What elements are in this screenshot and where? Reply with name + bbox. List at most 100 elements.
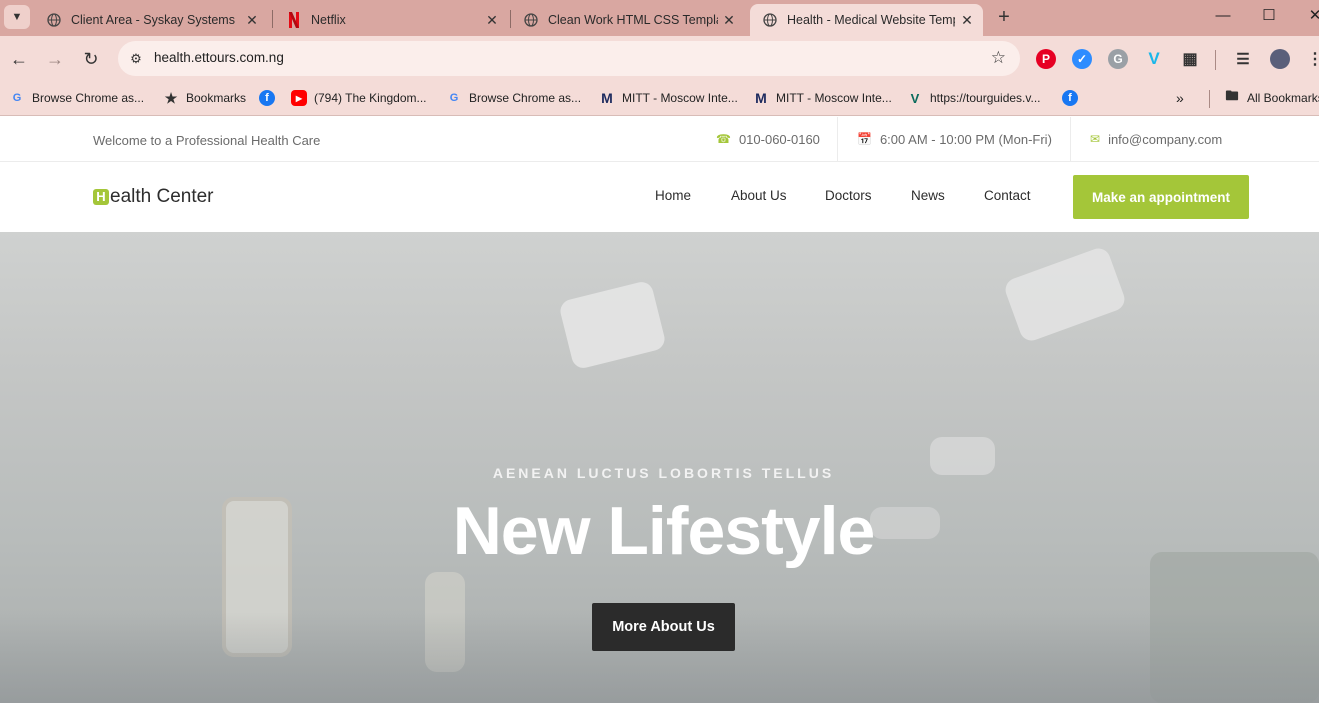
bookmark-label: MITT - Moscow Inte... [776, 91, 892, 105]
site-topbar: Welcome to a Professional Health Care ☎ … [0, 117, 1319, 162]
avatar[interactable] [1270, 49, 1290, 69]
zoom-icon[interactable]: ✓ [1072, 49, 1092, 69]
youtube-icon: ▶ [291, 90, 307, 106]
chevron-down-icon: ▼ [11, 11, 23, 23]
globe-icon [46, 12, 62, 28]
back-button[interactable]: ← [8, 48, 30, 70]
bookmark-item[interactable]: M MITT - Moscow Inte... [599, 88, 738, 108]
opening-hours: 6:00 AM - 10:00 PM (Mon-Fri) [879, 131, 1052, 147]
site-info-icon[interactable]: ⚙ [127, 50, 145, 68]
calendar-icon: 📅 [857, 132, 872, 146]
plus-icon: + [998, 6, 1010, 28]
bookmark-label: Browse Chrome as... [32, 91, 145, 105]
email-address: info@company.com [1108, 131, 1223, 147]
email-info[interactable]: ✉ info@company.com [1090, 117, 1222, 161]
close-icon[interactable]: ✕ [721, 12, 737, 28]
hours-info: 📅 6:00 AM - 10:00 PM (Mon-Fri) [857, 117, 1052, 161]
maximize-icon: ☐ [1262, 7, 1276, 24]
more-about-us-button[interactable]: More About Us [592, 603, 735, 651]
tab-netflix[interactable]: Netflix ✕ [274, 4, 508, 36]
site-logo[interactable]: H ealth Center [93, 186, 214, 208]
arrow-left-icon: ← [10, 49, 28, 69]
star-icon: ★ [164, 89, 178, 106]
bookmark-item[interactable]: G Browse Chrome as... [446, 88, 581, 108]
bookmarks-separator [1209, 90, 1210, 108]
envelope-icon: ✉ [1090, 132, 1101, 146]
nav-contact[interactable]: Contact [984, 188, 1031, 203]
facebook-icon: f [259, 90, 275, 106]
close-icon[interactable]: ✕ [484, 12, 500, 28]
logo-text: ealth Center [110, 186, 214, 207]
bookmarks-bar: G Browse Chrome as... ★ Bookmarks f ▶ (7… [0, 82, 1319, 116]
info-separator [1070, 117, 1071, 161]
pinterest-icon[interactable]: P [1036, 49, 1056, 69]
ceiling-light-shape [557, 279, 668, 371]
tab-strip: ▼ Client Area - Syskay Systems ✕ Netflix… [0, 0, 1319, 36]
forward-button[interactable]: → [44, 48, 66, 70]
bookmark-item[interactable]: M MITT - Moscow Inte... [753, 88, 892, 108]
tab-title: Netflix [311, 13, 346, 27]
media-icon[interactable]: ☰ [1233, 49, 1253, 69]
phone-number: 010-060-0160 [738, 131, 820, 147]
globe-icon [523, 12, 539, 28]
reload-button[interactable]: ↻ [80, 48, 102, 70]
tab-clean-work[interactable]: Clean Work HTML CSS Templat ✕ [511, 4, 745, 36]
logo-initial: H [93, 189, 109, 205]
google-icon: G [12, 92, 22, 104]
url-text[interactable]: health.ettours.com.ng [154, 50, 284, 65]
vimeo-icon[interactable]: V [1144, 49, 1164, 69]
bookmark-item[interactable]: f [1062, 88, 1085, 108]
folder-icon: 🖿 [1225, 88, 1239, 103]
tab-separator [272, 10, 273, 28]
close-icon[interactable]: ✕ [959, 12, 975, 28]
info-separator [837, 117, 838, 161]
reload-icon: ↻ [83, 49, 99, 69]
bookmark-item[interactable]: G Browse Chrome as... [9, 88, 144, 108]
new-tab-button[interactable]: + [994, 7, 1014, 27]
nav-home[interactable]: Home [655, 188, 691, 203]
nav-news[interactable]: News [911, 188, 945, 203]
all-bookmarks-button[interactable]: 🖿 All Bookmarks [1224, 88, 1319, 108]
nav-doctors[interactable]: Doctors [825, 188, 872, 203]
hero-banner: AENEAN LUCTUS LOBORTIS TELLUS New Lifest… [0, 232, 1319, 703]
tab-client-area[interactable]: Client Area - Syskay Systems ✕ [34, 4, 268, 36]
tab-search-button[interactable]: ▼ [4, 5, 30, 29]
site-header: H ealth Center Home About Us Doctors New… [0, 162, 1319, 232]
all-bookmarks-label: All Bookmarks [1247, 91, 1319, 105]
mitt-icon: M [601, 90, 613, 106]
hero-subtitle: AENEAN LUCTUS LOBORTIS TELLUS [492, 465, 835, 481]
phone-icon: ☎ [716, 132, 731, 146]
bookmark-label: (794) The Kingdom... [314, 91, 427, 105]
nav-about-us[interactable]: About Us [731, 188, 787, 203]
bookmarks-overflow-button[interactable]: » [1176, 88, 1184, 108]
minimize-icon: — [1215, 7, 1231, 24]
tab-health-active[interactable]: Health - Medical Website Temp ✕ [750, 4, 983, 36]
minimize-button[interactable]: — [1213, 6, 1233, 26]
bookmark-item[interactable]: V https://tourguides.v... [907, 88, 1041, 108]
grammarly-icon[interactable]: G [1108, 49, 1128, 69]
bookmark-label: https://tourguides.v... [930, 91, 1041, 105]
more-menu-icon[interactable]: ⋮ [1305, 49, 1319, 69]
bookmark-star-icon[interactable]: ☆ [991, 48, 1006, 68]
close-window-button[interactable]: ✕ [1305, 6, 1319, 26]
toolbar-separator [1215, 50, 1216, 70]
maximize-button[interactable]: ☐ [1259, 6, 1279, 26]
welcome-text: Welcome to a Professional Health Care [93, 133, 321, 148]
phone-info[interactable]: ☎ 010-060-0160 [716, 117, 820, 161]
globe-icon [762, 12, 778, 28]
close-icon: ✕ [1308, 7, 1319, 24]
hero-title: New Lifestyle [452, 493, 876, 569]
puzzle-icon[interactable]: ▦ [1180, 49, 1200, 69]
address-bar[interactable]: ⚙ health.ettours.com.ng ☆ [118, 41, 1020, 76]
netflix-icon [286, 12, 302, 28]
bookmark-item[interactable]: f [259, 88, 282, 108]
ceiling-light-shape [1002, 245, 1128, 344]
close-icon[interactable]: ✕ [244, 12, 260, 28]
v-icon: V [910, 90, 920, 106]
bookmark-item[interactable]: ★ Bookmarks [163, 88, 246, 108]
make-appointment-button[interactable]: Make an appointment [1073, 175, 1249, 219]
bookmark-item[interactable]: ▶ (794) The Kingdom... [291, 88, 427, 108]
mitt-icon: M [755, 90, 767, 106]
google-icon: G [449, 92, 459, 104]
chevron-double-right-icon: » [1176, 90, 1184, 106]
